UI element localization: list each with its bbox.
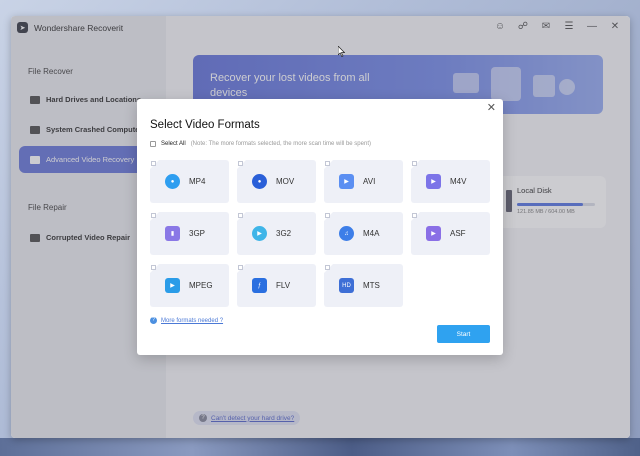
format-label: AVI — [363, 177, 376, 186]
more-formats-link[interactable]: ? More formats needed ? — [150, 317, 223, 324]
asf-file-icon: ▶ — [426, 226, 441, 241]
format-tile-mp4[interactable]: ● MP4 — [150, 160, 229, 203]
format-tile-mts[interactable]: HD MTS — [324, 264, 403, 307]
mov-file-icon: ● — [252, 174, 267, 189]
avi-file-icon: ▶ — [339, 174, 354, 189]
format-label: MPEG — [189, 281, 213, 290]
mts-file-icon: HD — [339, 278, 354, 293]
format-checkbox[interactable] — [238, 161, 243, 166]
dialog-title: Select Video Formats — [150, 119, 260, 131]
format-checkbox[interactable] — [412, 213, 417, 218]
format-label: MOV — [276, 177, 295, 186]
select-video-formats-dialog: ✕ Select Video Formats Select All (Note:… — [137, 99, 503, 355]
format-tile-mov[interactable]: ● MOV — [237, 160, 316, 203]
format-tile-3g2[interactable]: ▶ 3G2 — [237, 212, 316, 255]
format-checkbox[interactable] — [238, 213, 243, 218]
dialog-close-icon[interactable]: ✕ — [487, 101, 496, 114]
format-tile-m4a[interactable]: ♫ M4A — [324, 212, 403, 255]
m4a-file-icon: ♫ — [339, 226, 354, 241]
select-all-checkbox[interactable] — [150, 141, 156, 147]
format-tile-flv[interactable]: ƒ FLV — [237, 264, 316, 307]
more-formats-label: More formats needed ? — [161, 317, 224, 324]
select-all-row[interactable]: Select All (Note: The more formats selec… — [150, 141, 371, 147]
select-all-note: (Note: The more formats selected, the mo… — [190, 141, 371, 147]
format-tile-mpeg[interactable]: ▶ MPEG — [150, 264, 229, 307]
format-checkbox[interactable] — [151, 161, 156, 166]
format-label: 3GP — [189, 229, 206, 238]
mpeg-file-icon: ▶ — [165, 278, 180, 293]
3g2-file-icon: ▶ — [252, 226, 267, 241]
format-tile-asf[interactable]: ▶ ASF — [411, 212, 490, 255]
m4v-file-icon: ▶ — [426, 174, 441, 189]
format-checkbox[interactable] — [238, 265, 243, 270]
format-checkbox[interactable] — [151, 213, 156, 218]
format-grid: ● MP4 ● MOV ▶ AVI ▶ M4V ▮ 3GP ▶ 3G2 ♫ M4A ▶ ASF ▶ MPEG ƒ FL… — [150, 160, 490, 307]
format-label: M4A — [363, 229, 380, 238]
format-tile-m4v[interactable]: ▶ M4V — [411, 160, 490, 203]
format-label: 3G2 — [276, 229, 292, 238]
mouse-cursor-icon — [338, 46, 345, 57]
format-label: FLV — [276, 281, 291, 290]
format-label: MP4 — [189, 177, 206, 186]
desktop-wallpaper — [0, 438, 640, 456]
mp4-file-icon: ● — [165, 174, 180, 189]
format-tile-avi[interactable]: ▶ AVI — [324, 160, 403, 203]
start-button[interactable]: Start — [437, 325, 490, 343]
format-checkbox[interactable] — [151, 265, 156, 270]
format-checkbox[interactable] — [325, 161, 330, 166]
format-checkbox[interactable] — [325, 265, 330, 270]
format-checkbox[interactable] — [325, 213, 330, 218]
format-label: MTS — [363, 281, 380, 290]
format-label: ASF — [450, 229, 466, 238]
flv-file-icon: ƒ — [252, 278, 267, 293]
select-all-label: Select All — [161, 141, 186, 147]
question-icon: ? — [150, 317, 157, 324]
3gp-file-icon: ▮ — [165, 226, 180, 241]
format-label: M4V — [450, 177, 467, 186]
format-checkbox[interactable] — [412, 161, 417, 166]
format-tile-3gp[interactable]: ▮ 3GP — [150, 212, 229, 255]
